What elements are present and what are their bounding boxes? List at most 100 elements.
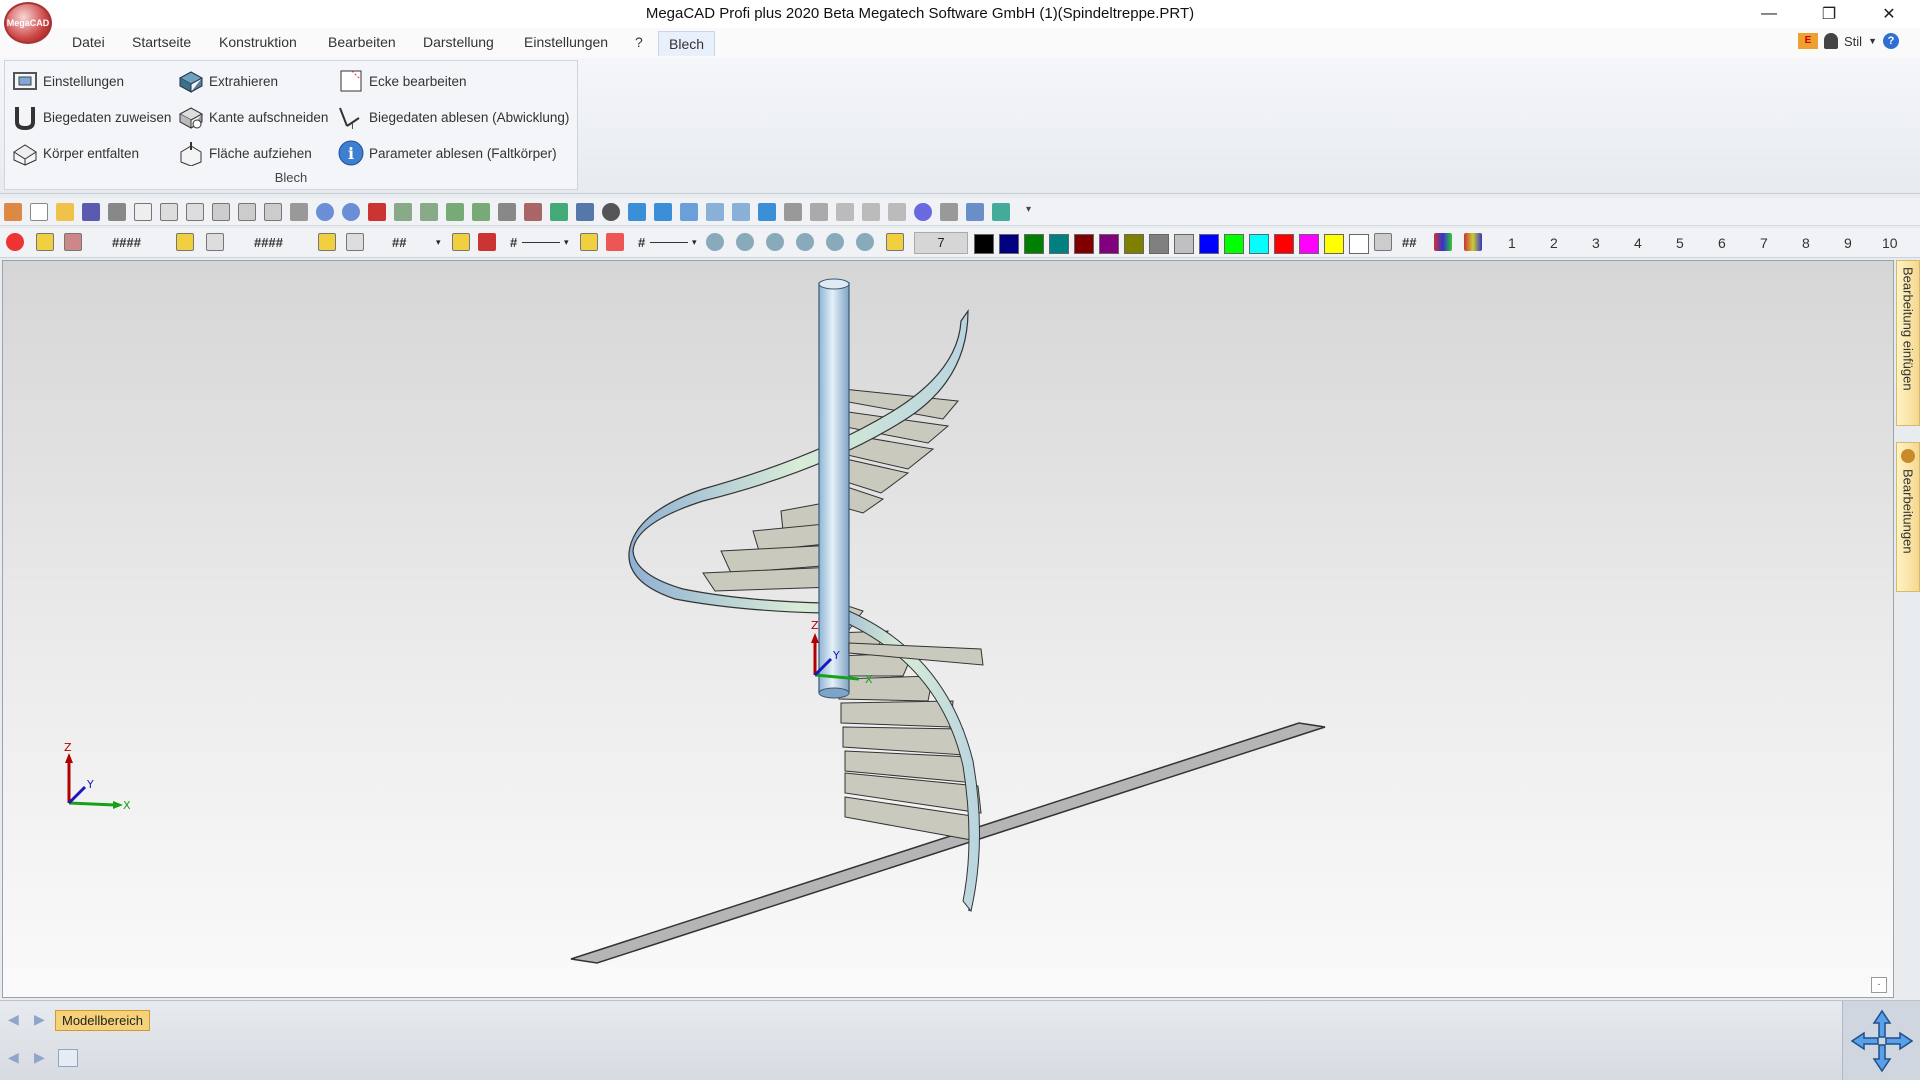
box-select-icon[interactable] <box>420 203 438 221</box>
chevron-down-icon[interactable]: ▼ <box>1868 36 1877 46</box>
lock-icon-3[interactable] <box>318 233 336 251</box>
cut-icon[interactable] <box>212 203 230 221</box>
color-swatch[interactable] <box>974 234 994 254</box>
color-swatch[interactable] <box>1224 234 1244 254</box>
menu-help[interactable]: ? <box>635 34 643 50</box>
render-icon[interactable] <box>758 203 776 221</box>
print-preview-icon[interactable] <box>134 203 152 221</box>
zoom-all-icon[interactable] <box>796 233 814 251</box>
layer-3[interactable]: 3 <box>1592 235 1600 251</box>
koerper-entfalten-button[interactable]: Körper entfalten <box>11 139 139 167</box>
nav-right-icon-2[interactable]: ▶ <box>34 1049 45 1066</box>
linetype-icon[interactable] <box>206 233 224 251</box>
layer-hash-field[interactable]: ## <box>1402 235 1416 250</box>
canvas-corner-button[interactable]: · <box>1871 977 1887 993</box>
record-icon[interactable] <box>6 233 24 251</box>
cylinder-alt-icon[interactable] <box>862 203 880 221</box>
color-swatch[interactable] <box>1149 234 1169 254</box>
lock-icon[interactable] <box>36 233 54 251</box>
parameter-ablesen-button[interactable]: i Parameter ablesen (Faltkörper) <box>337 139 557 167</box>
help-icon[interactable]: ? <box>1882 33 1899 49</box>
color-swatch[interactable] <box>1199 234 1219 254</box>
minimize-button[interactable]: — <box>1740 0 1798 28</box>
color-swatch[interactable] <box>1124 234 1144 254</box>
lock-icon-2[interactable] <box>176 233 194 251</box>
view-side-icon[interactable] <box>706 203 724 221</box>
einstellungen-button[interactable]: Einstellungen <box>11 67 124 95</box>
view-iso-icon[interactable] <box>654 203 672 221</box>
toolbar-3d-icon[interactable] <box>4 203 22 221</box>
color-swatch[interactable] <box>1024 234 1044 254</box>
coordinate-icon[interactable] <box>992 203 1010 221</box>
pen-field[interactable]: ## <box>392 235 406 250</box>
layer-6[interactable]: 6 <box>1718 235 1726 251</box>
wireframe-icon[interactable] <box>810 203 828 221</box>
linewidth-field[interactable]: #### <box>112 235 141 250</box>
layer-5[interactable]: 5 <box>1676 235 1684 251</box>
line-hash-field[interactable]: # <box>510 235 517 250</box>
rotate-icon[interactable] <box>524 203 542 221</box>
menu-einstellungen[interactable]: Einstellungen <box>524 34 608 50</box>
layer-7[interactable]: 7 <box>1760 235 1768 251</box>
redo-icon[interactable] <box>342 203 360 221</box>
biegedaten-ablesen-button[interactable]: i Biegedaten ablesen (Abwicklung) <box>337 103 569 131</box>
color-index-field[interactable]: 7 <box>914 232 968 254</box>
move-arrows-icon[interactable] <box>1843 1001 1920 1080</box>
nav-right-icon[interactable]: ▶ <box>34 1011 45 1028</box>
linetype-field[interactable]: #### <box>254 235 283 250</box>
color-swatch[interactable] <box>1174 234 1194 254</box>
dash-dropdown-icon[interactable]: ▾ <box>692 237 697 248</box>
layer-9[interactable]: 9 <box>1844 235 1852 251</box>
layer-1[interactable]: 1 <box>1508 235 1516 251</box>
save-icon[interactable] <box>82 203 100 221</box>
color-swatch[interactable] <box>1049 234 1069 254</box>
lock-icon-4[interactable] <box>452 233 470 251</box>
zoom-previous-icon[interactable] <box>826 233 844 251</box>
maximize-button[interactable]: ❐ <box>1800 0 1858 28</box>
zoom-in-icon[interactable] <box>766 233 784 251</box>
move-icon[interactable] <box>498 203 516 221</box>
menu-bearbeiten[interactable]: Bearbeiten <box>328 34 396 50</box>
color-swatch[interactable] <box>1349 234 1369 254</box>
lock-icon-6[interactable] <box>886 233 904 251</box>
user-icon[interactable] <box>1824 33 1838 49</box>
hidden-line-icon[interactable] <box>784 203 802 221</box>
layer-icon[interactable] <box>940 203 958 221</box>
pen-tool-icon[interactable] <box>290 203 308 221</box>
color-swatch[interactable] <box>1299 234 1319 254</box>
menu-startseite[interactable]: Startseite <box>132 34 191 50</box>
select-icon[interactable] <box>394 203 412 221</box>
model-space-tab[interactable]: Modellbereich <box>55 1010 150 1031</box>
menu-konstruktion[interactable]: Konstruktion <box>219 34 297 50</box>
delete-icon[interactable] <box>368 203 386 221</box>
color-swatch[interactable] <box>1274 234 1294 254</box>
nav-left-icon[interactable]: ◀ <box>8 1011 19 1028</box>
drawing-canvas[interactable]: Z Y X Z Y X · <box>2 260 1894 998</box>
print-icon[interactable] <box>108 203 126 221</box>
layer-manager-icon[interactable] <box>1374 233 1392 251</box>
layer-2[interactable]: 2 <box>1550 235 1558 251</box>
dash-hash-field[interactable]: # <box>638 235 645 250</box>
light-icon[interactable] <box>914 203 932 221</box>
sphere-icon[interactable] <box>602 203 620 221</box>
pen-dropdown-icon[interactable]: ▾ <box>436 237 441 248</box>
menu-datei[interactable]: Datei <box>72 34 105 50</box>
layer-4[interactable]: 4 <box>1634 235 1642 251</box>
measure-icon[interactable] <box>446 203 464 221</box>
view-back-icon[interactable] <box>732 203 750 221</box>
pencil-icon[interactable] <box>346 233 364 251</box>
export-file-icon[interactable] <box>264 203 282 221</box>
side-tab-bearbeitungen[interactable]: Bearbeitungen <box>1896 442 1920 592</box>
view-top-icon[interactable] <box>680 203 698 221</box>
flaeche-aufziehen-button[interactable]: Fläche aufziehen <box>177 139 312 167</box>
view-front-icon[interactable] <box>628 203 646 221</box>
color-swatch[interactable] <box>1099 234 1119 254</box>
copy-icon[interactable] <box>160 203 178 221</box>
zoom-extents-icon[interactable] <box>856 233 874 251</box>
nav-left-icon-2[interactable]: ◀ <box>8 1049 19 1066</box>
line-style-icon[interactable] <box>478 233 496 251</box>
biegedaten-zuweisen-button[interactable]: Biegedaten zuweisen <box>11 103 171 131</box>
orbit-icon[interactable] <box>576 203 594 221</box>
new-file-icon[interactable] <box>30 203 48 221</box>
import-icon[interactable] <box>238 203 256 221</box>
